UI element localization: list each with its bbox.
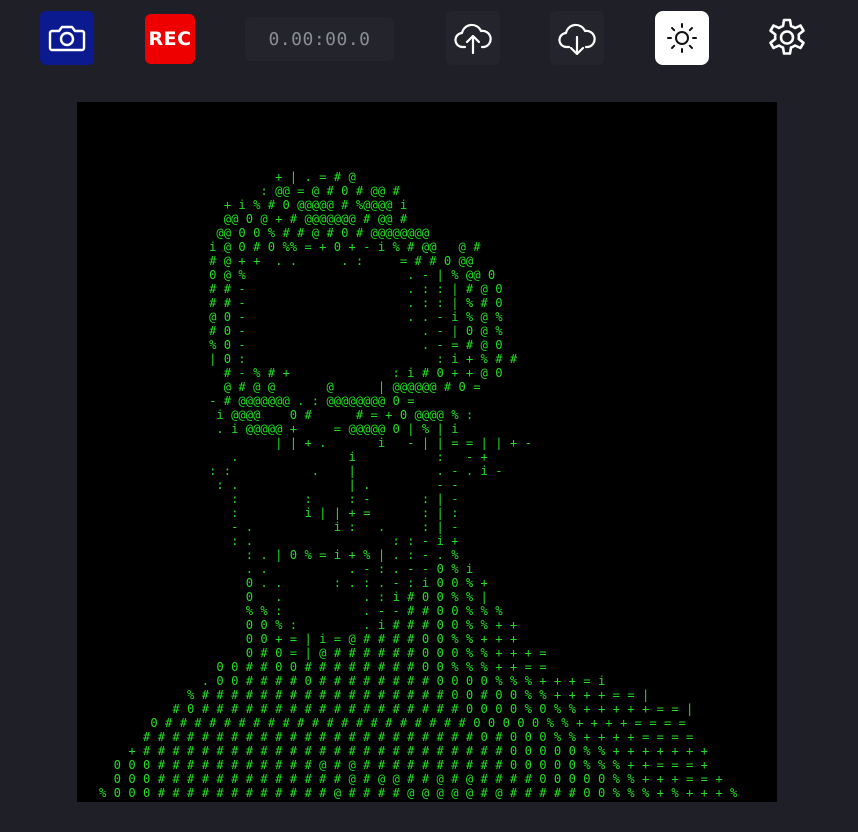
ascii-camera-viewport: + | . = # @ : @@ = @ # 0 # @@ # + i % # … — [77, 102, 777, 802]
toolbar: REC 0.00:00.0 — [0, 0, 858, 80]
camera-icon — [48, 25, 86, 52]
download-button[interactable] — [550, 11, 604, 65]
record-button[interactable]: REC — [145, 14, 195, 64]
cloud-download-icon — [558, 23, 596, 55]
upload-button[interactable] — [446, 11, 500, 65]
gear-icon — [769, 18, 805, 55]
brightness-button[interactable] — [655, 11, 709, 65]
timer-display: 0.00:00.0 — [245, 17, 394, 61]
camera-button[interactable] — [40, 11, 94, 65]
cloud-upload-icon — [454, 23, 492, 55]
record-label: REC — [148, 28, 192, 50]
ascii-art-output: + | . = # @ : @@ = @ # 0 # @@ # + i % # … — [99, 170, 738, 802]
settings-button[interactable] — [760, 11, 814, 65]
sun-icon — [667, 23, 697, 53]
